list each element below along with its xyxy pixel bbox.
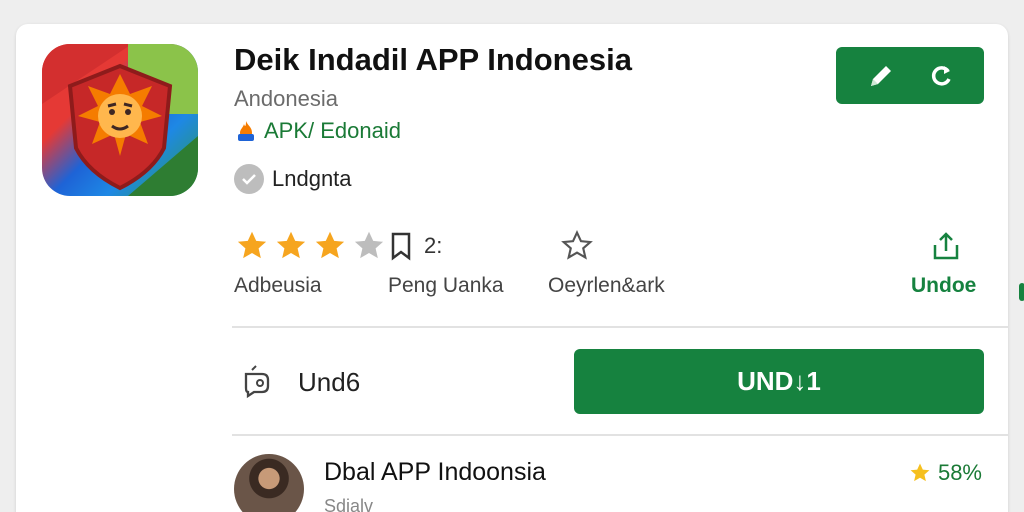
secondary-label: Und6: [298, 366, 361, 397]
favorite-label: Oeyrlen&ark: [548, 274, 665, 297]
scroll-indicator: [1019, 283, 1024, 301]
star-filled-icon: [315, 231, 345, 259]
star-icon: [910, 463, 930, 482]
avatar: [234, 454, 304, 512]
bookmark-icon: [391, 232, 411, 261]
favorite-stat[interactable]: Oeyrlen&ark: [548, 226, 665, 298]
star-outline-icon: [561, 229, 593, 260]
secondary-action[interactable]: Und6: [240, 364, 360, 400]
install-button[interactable]: UND↓1: [574, 349, 984, 414]
top-action-button[interactable]: [836, 47, 984, 104]
reviewer-subtitle: Sdialv: [324, 496, 374, 512]
verified-label: Lndgnta: [272, 166, 352, 191]
stats-row: Adbeusia 2: Peng Uanka Oeyrlen&ark Undoe: [234, 226, 994, 306]
app-title: Deik Indadil APP Indonesia: [234, 42, 632, 77]
chat-bubble-icon: [244, 365, 270, 399]
rating-label: Adbeusia: [234, 274, 322, 297]
review-item[interactable]: Dbal APP Indoonsia Sdialv 58%: [234, 452, 994, 512]
star-rating: [234, 228, 387, 264]
reviewer-name: Dbal APP Indoonsia: [324, 458, 546, 486]
pencil-icon[interactable]: [864, 59, 898, 93]
review-score-value: 58%: [937, 460, 982, 485]
bookmark-stat[interactable]: 2: Peng Uanka: [388, 226, 504, 298]
star-filled-icon: [237, 231, 267, 259]
divider: [232, 434, 1008, 436]
rating-stat[interactable]: Adbeusia: [234, 226, 387, 298]
fire-badge-icon: [238, 121, 254, 141]
lion-shield-icon: [67, 63, 173, 191]
bookmark-label: Peng Uanka: [388, 274, 504, 297]
star-filled-icon: [276, 231, 306, 259]
app-tag-label: APK/ Edonaid: [264, 118, 401, 143]
star-empty-icon: [354, 231, 384, 259]
developer-name[interactable]: Andonesia: [234, 86, 338, 112]
divider: [232, 326, 1008, 328]
share-label: Undoe: [911, 274, 977, 297]
app-icon[interactable]: [42, 44, 198, 196]
bookmark-count: 2:: [424, 233, 443, 258]
app-tag[interactable]: APK/ Edonaid: [234, 118, 401, 144]
review-score: 58%: [908, 460, 982, 486]
verified-icon: [234, 164, 264, 194]
refresh-icon[interactable]: [926, 61, 956, 91]
share-icon: [933, 232, 959, 260]
share-stat[interactable]: Undoe: [911, 226, 976, 298]
verified-row: Lndgnta: [234, 164, 352, 194]
